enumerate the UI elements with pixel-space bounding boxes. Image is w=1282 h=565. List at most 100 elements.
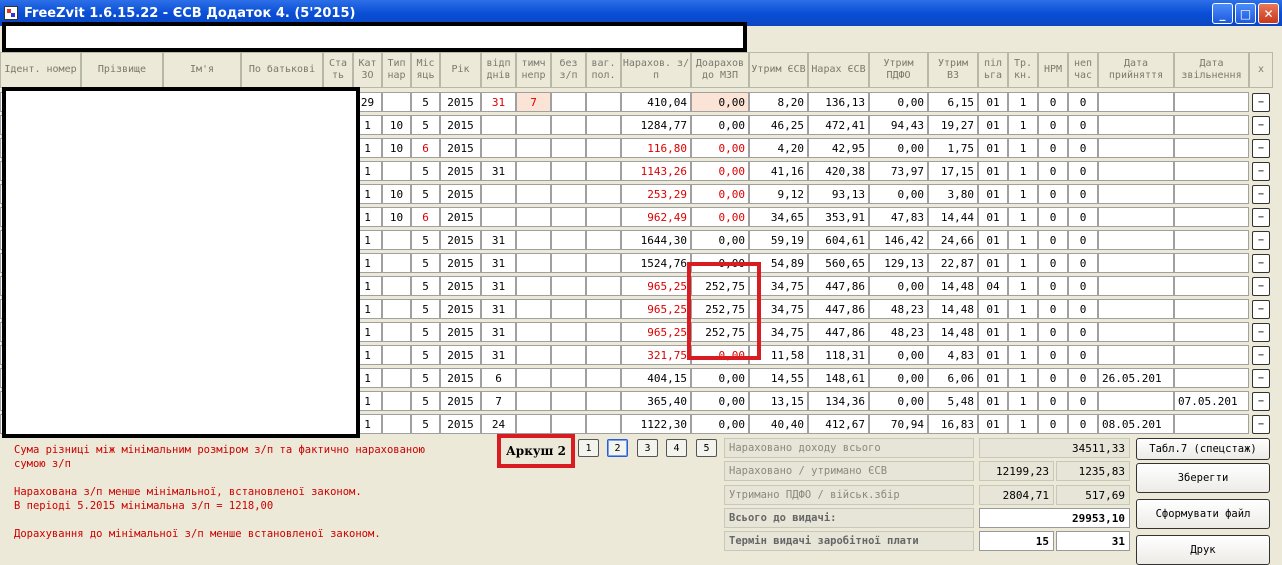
cell-bez[interactable]: [551, 253, 586, 273]
payment-term-from[interactable]: 15: [979, 531, 1054, 551]
cell-pdfo[interactable]: 70,94: [869, 414, 928, 434]
cell-typ[interactable]: [382, 391, 411, 411]
cell-nrm[interactable]: 0: [1038, 138, 1068, 158]
cell-utr_esv[interactable]: 8,20: [749, 92, 808, 112]
cell-typ[interactable]: [382, 92, 411, 112]
cell-mis[interactable]: 6: [411, 207, 440, 227]
cell-utr_esv[interactable]: 9,12: [749, 184, 808, 204]
cell-vag[interactable]: [586, 414, 621, 434]
cell-utr_esv[interactable]: 14,55: [749, 368, 808, 388]
cell-nar[interactable]: 365,40: [621, 391, 691, 411]
cell-nar[interactable]: 965,25: [621, 276, 691, 296]
column-header-name[interactable]: Ім'я: [163, 52, 241, 88]
delete-row-button[interactable]: −: [1252, 116, 1270, 135]
delete-row-button[interactable]: −: [1252, 93, 1270, 112]
cell-d1[interactable]: [1098, 92, 1174, 112]
cell-vz[interactable]: 17,15: [928, 161, 978, 181]
cell-nep[interactable]: 0: [1068, 276, 1098, 296]
cell-vag[interactable]: [586, 138, 621, 158]
delete-row-button[interactable]: −: [1252, 162, 1270, 181]
cell-d1[interactable]: [1098, 207, 1174, 227]
cell-bez[interactable]: [551, 115, 586, 135]
cell-mis[interactable]: 5: [411, 230, 440, 250]
cell-pilga[interactable]: 01: [978, 253, 1008, 273]
cell-d1[interactable]: [1098, 115, 1174, 135]
cell-bez[interactable]: [551, 207, 586, 227]
cell-tymch[interactable]: [516, 138, 551, 158]
cell-bez[interactable]: [551, 184, 586, 204]
cell-nep[interactable]: 0: [1068, 92, 1098, 112]
cell-typ[interactable]: [382, 368, 411, 388]
cell-vz[interactable]: 3,80: [928, 184, 978, 204]
cell-doar[interactable]: 0,00: [691, 391, 749, 411]
cell-rik[interactable]: 2015: [440, 161, 481, 181]
cell-tymch[interactable]: [516, 391, 551, 411]
cell-mis[interactable]: 5: [411, 345, 440, 365]
page-3-button[interactable]: 3: [637, 439, 658, 457]
cell-d1[interactable]: [1098, 230, 1174, 250]
cell-nar_esv[interactable]: 412,67: [808, 414, 869, 434]
cell-pilga[interactable]: 01: [978, 115, 1008, 135]
cell-pilga[interactable]: 01: [978, 230, 1008, 250]
cell-tr[interactable]: 1: [1008, 207, 1038, 227]
cell-nar[interactable]: 1143,26: [621, 161, 691, 181]
cell-pilga[interactable]: 01: [978, 138, 1008, 158]
cell-rik[interactable]: 2015: [440, 299, 481, 319]
cell-nep[interactable]: 0: [1068, 414, 1098, 434]
cell-pilga[interactable]: 01: [978, 391, 1008, 411]
cell-typ[interactable]: 10: [382, 138, 411, 158]
cell-vag[interactable]: [586, 322, 621, 342]
cell-tymch[interactable]: [516, 368, 551, 388]
cell-bez[interactable]: [551, 230, 586, 250]
cell-nar[interactable]: 962,49: [621, 207, 691, 227]
column-header-kat[interactable]: Кат ЗО: [353, 52, 382, 88]
cell-doar[interactable]: 0,00: [691, 161, 749, 181]
cell-d1[interactable]: [1098, 322, 1174, 342]
cell-rik[interactable]: 2015: [440, 184, 481, 204]
cell-vz[interactable]: 16,83: [928, 414, 978, 434]
cell-nar[interactable]: 253,29: [621, 184, 691, 204]
cell-vag[interactable]: [586, 276, 621, 296]
cell-pilga[interactable]: 01: [978, 207, 1008, 227]
cell-doar[interactable]: 0,00: [691, 92, 749, 112]
column-header-nep[interactable]: неп час: [1068, 52, 1098, 88]
cell-pdfo[interactable]: 0,00: [869, 92, 928, 112]
cell-vidp[interactable]: 31: [481, 345, 516, 365]
cell-nar_esv[interactable]: 136,13: [808, 92, 869, 112]
cell-doar[interactable]: 0,00: [691, 138, 749, 158]
cell-mis[interactable]: 6: [411, 138, 440, 158]
cell-pdfo[interactable]: 0,00: [869, 184, 928, 204]
cell-nar[interactable]: 321,75: [621, 345, 691, 365]
cell-d2[interactable]: [1174, 299, 1249, 319]
maximize-button[interactable]: □: [1235, 3, 1256, 24]
delete-row-button[interactable]: −: [1252, 139, 1270, 158]
cell-tymch[interactable]: [516, 115, 551, 135]
cell-vz[interactable]: 22,87: [928, 253, 978, 273]
cell-nar_esv[interactable]: 134,36: [808, 391, 869, 411]
cell-vag[interactable]: [586, 115, 621, 135]
cell-vz[interactable]: 14,48: [928, 276, 978, 296]
cell-nep[interactable]: 0: [1068, 299, 1098, 319]
payment-term-to[interactable]: 31: [1056, 531, 1130, 551]
column-header-patronymic[interactable]: По батькові: [241, 52, 323, 88]
cell-tymch[interactable]: [516, 322, 551, 342]
cell-d1[interactable]: [1098, 138, 1174, 158]
cell-nar_esv[interactable]: 148,61: [808, 368, 869, 388]
cell-vz[interactable]: 6,15: [928, 92, 978, 112]
column-header-vidp[interactable]: відп днів: [481, 52, 516, 88]
cell-utr_esv[interactable]: 13,15: [749, 391, 808, 411]
table7-button[interactable]: Табл.7 (спецстаж): [1136, 438, 1270, 460]
cell-pilga[interactable]: 01: [978, 184, 1008, 204]
cell-nar[interactable]: 1524,76: [621, 253, 691, 273]
cell-tr[interactable]: 1: [1008, 253, 1038, 273]
cell-rik[interactable]: 2015: [440, 92, 481, 112]
column-header-sex[interactable]: Ста ть: [323, 52, 353, 88]
cell-d1[interactable]: [1098, 184, 1174, 204]
cell-nar[interactable]: 410,04: [621, 92, 691, 112]
cell-vidp[interactable]: [481, 115, 516, 135]
cell-nrm[interactable]: 0: [1038, 253, 1068, 273]
column-header-bez[interactable]: без з/п: [551, 52, 586, 88]
cell-pilga[interactable]: 01: [978, 368, 1008, 388]
cell-typ[interactable]: 10: [382, 184, 411, 204]
cell-mis[interactable]: 5: [411, 391, 440, 411]
